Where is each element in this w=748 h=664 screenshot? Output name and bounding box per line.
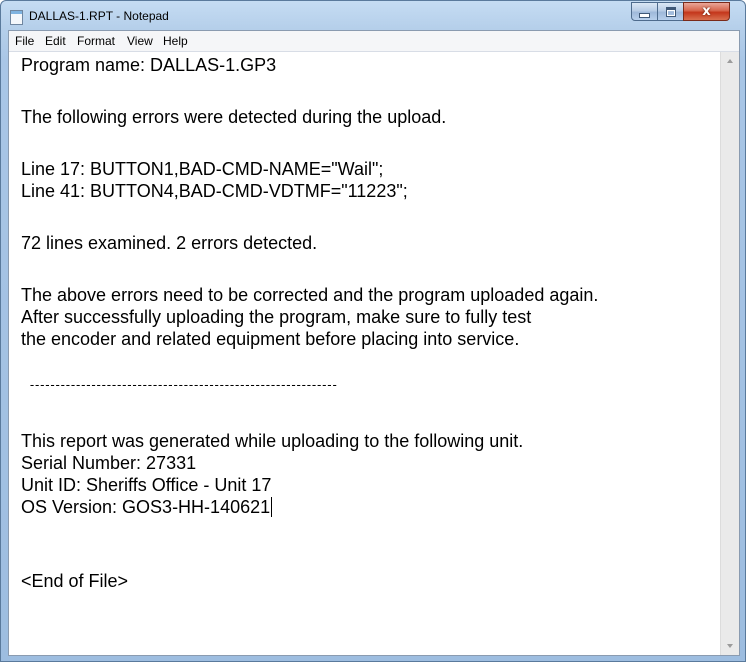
- text-line: Line 41: BUTTON4,BAD-CMD-VDTMF="11223";: [21, 181, 408, 201]
- menu-file[interactable]: File: [15, 34, 34, 48]
- scroll-up-arrow-icon: [727, 59, 733, 63]
- maximize-button[interactable]: [657, 2, 684, 21]
- menu-view[interactable]: View: [127, 34, 153, 48]
- menu-help[interactable]: Help: [163, 34, 188, 48]
- minimize-button[interactable]: [631, 2, 658, 21]
- separator-line: ----------------------------------------…: [21, 377, 338, 392]
- window-title: DALLAS-1.RPT - Notepad: [29, 9, 169, 23]
- text-line: Unit ID: Sheriffs Office - Unit 17: [21, 475, 272, 495]
- text-line: 72 lines examined. 2 errors detected.: [21, 233, 318, 253]
- end-of-file-line: <End of File>: [21, 571, 129, 591]
- scroll-down-arrow-icon: [727, 644, 733, 648]
- notepad-icon[interactable]: [10, 10, 23, 25]
- title-bar[interactable]: DALLAS-1.RPT - Notepad x: [1, 1, 745, 31]
- scroll-up-button[interactable]: [721, 52, 739, 70]
- notepad-window: DALLAS-1.RPT - Notepad x File Edit Forma…: [0, 0, 746, 662]
- close-icon: x: [702, 4, 711, 19]
- text-line: This report was generated while uploadin…: [21, 431, 524, 451]
- text-line: After successfully uploading the program…: [21, 307, 532, 327]
- text-line: The following errors were detected durin…: [21, 107, 447, 127]
- close-button[interactable]: x: [683, 2, 730, 21]
- minimize-icon: [639, 12, 650, 18]
- text-caret: [271, 497, 273, 517]
- menu-edit[interactable]: Edit: [45, 34, 66, 48]
- text-line: The above errors need to be corrected an…: [21, 285, 599, 305]
- text-line-with-caret: OS Version: GOS3-HH-140621: [21, 497, 273, 517]
- menu-format[interactable]: Format: [77, 34, 115, 48]
- maximize-icon: [665, 6, 676, 17]
- text-line: Program name: DALLAS-1.GP3: [21, 55, 277, 75]
- scroll-down-button[interactable]: [721, 637, 739, 655]
- text-editor[interactable]: Program name: DALLAS-1.GP3 The following…: [9, 52, 719, 655]
- text-line: the encoder and related equipment before…: [21, 329, 520, 349]
- client-area: File Edit Format View Help Program name:…: [8, 30, 740, 656]
- text-line: Line 17: BUTTON1,BAD-CMD-NAME="Wail";: [21, 159, 384, 179]
- text-line: Serial Number: 27331: [21, 453, 197, 473]
- vertical-scrollbar[interactable]: [720, 52, 739, 655]
- menu-bar: File Edit Format View Help: [9, 31, 739, 52]
- text-line: OS Version: GOS3-HH-140621: [21, 497, 271, 517]
